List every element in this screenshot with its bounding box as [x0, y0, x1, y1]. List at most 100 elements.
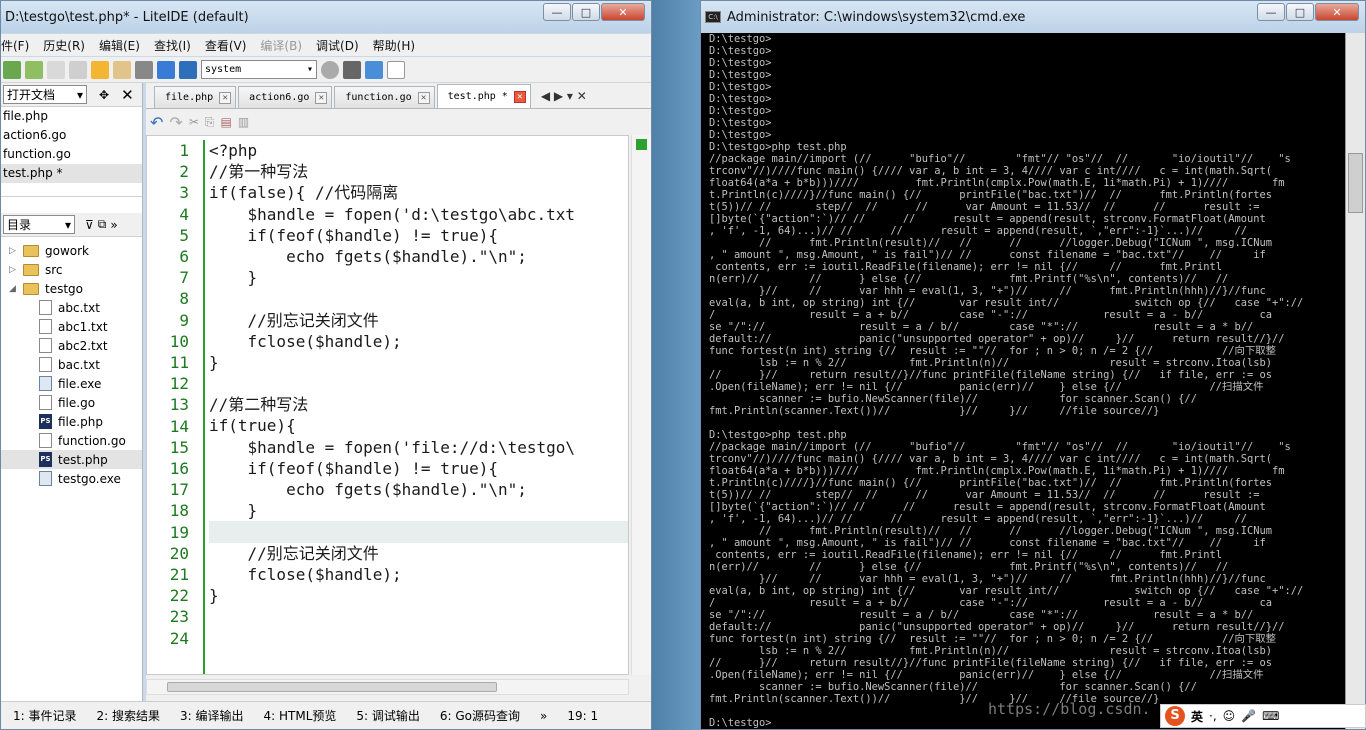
console-line: D:\testgo> [709, 93, 772, 105]
expand-arrow-icon[interactable]: ▷ [9, 246, 23, 256]
open-doc-item[interactable]: test.php * [1, 164, 142, 183]
save-all-icon[interactable] [69, 60, 87, 79]
console-line: t.Println(c)////}//func main() {// print… [709, 477, 1273, 489]
editor-tab[interactable]: test.php * ✕ [436, 84, 531, 108]
open-file-icon[interactable] [25, 60, 43, 79]
home-icon[interactable] [157, 60, 175, 79]
filter-icon[interactable]: ⊽ [85, 218, 94, 232]
console-line: se "/":// result = a / b// case "*":// r… [709, 321, 1254, 333]
scroll-thumb[interactable] [167, 682, 497, 692]
go-icon[interactable] [179, 60, 197, 79]
tree-item-label: gowork [45, 243, 89, 258]
open-doc-item[interactable]: file.php [1, 107, 142, 126]
menu-item[interactable]: 件(F) [1, 37, 29, 54]
dir-select[interactable]: 目录 ▾ [3, 215, 75, 234]
expand-arrow-icon[interactable]: ▷ [9, 265, 23, 275]
scroll-thumb[interactable] [1348, 153, 1363, 213]
tree-item[interactable]: PS test.php [1, 450, 142, 469]
tab-close-icon[interactable]: ✕ [219, 91, 232, 104]
refresh-icon[interactable] [321, 60, 339, 79]
status-tab[interactable]: 3: 编译输出 [180, 707, 244, 724]
stop-icon[interactable] [343, 60, 361, 79]
code-line: echo fgets($handle)."\n"; [209, 480, 527, 499]
tree-item[interactable]: abc2.txt [1, 336, 142, 355]
menu-item[interactable]: 帮助(H) [373, 37, 415, 54]
tab-close-icon[interactable]: ✕ [417, 91, 430, 104]
tree-item[interactable]: testgo.exe [1, 469, 142, 488]
cut-icon[interactable]: ✂ [189, 115, 199, 129]
copy-icon[interactable]: ⎘ [205, 115, 215, 130]
editor-tab[interactable]: function.go ✕ [334, 86, 435, 108]
forward-icon[interactable] [113, 60, 131, 79]
tree-item[interactable]: ▷ gowork [1, 241, 142, 260]
line-number: 18 [169, 501, 189, 521]
redo-icon[interactable]: ↷ [169, 113, 182, 132]
maximize-button[interactable]: □ [1286, 3, 1314, 21]
paste-icon[interactable]: ▤ [220, 115, 231, 129]
tree-item[interactable]: ◢ testgo [1, 279, 142, 298]
status-tab[interactable]: 4: HTML预览 [264, 707, 337, 724]
console-line: / result = a + b// case "-":// result = … [709, 597, 1273, 609]
punctuation-icon[interactable]: ·, [1209, 709, 1217, 723]
more-icon[interactable]: » [110, 218, 117, 232]
menu-item[interactable]: 历史(R) [43, 37, 85, 54]
menu-item[interactable]: 编译(B) [260, 37, 302, 54]
tree-item[interactable]: file.go [1, 393, 142, 412]
tree-item[interactable]: ▷ src [1, 260, 142, 279]
tree-item[interactable]: PS file.php [1, 412, 142, 431]
mic-icon[interactable]: 🎤 [1241, 709, 1256, 723]
maximize-button[interactable]: □ [572, 3, 600, 21]
status-tab[interactable]: 6: Go源码查询 [440, 707, 520, 724]
open-docs-select[interactable]: 打开文档 ▾ [3, 85, 87, 104]
horizontal-scrollbar[interactable] [146, 679, 629, 695]
emoji-icon[interactable]: ☺ [1223, 709, 1236, 723]
minimize-button[interactable]: — [543, 3, 571, 21]
menu-item[interactable]: 查找(I) [154, 37, 191, 54]
tab-nav-icon[interactable]: ◀ ▶ ▾ ✕ [541, 89, 587, 103]
menu-item[interactable]: 调试(D) [316, 37, 359, 54]
build-config-select[interactable]: system ▾ [201, 60, 317, 79]
more-icon[interactable]: » [540, 709, 547, 723]
editor-tab[interactable]: file.php ✕ [154, 86, 237, 108]
window-icon[interactable]: ⧉ [98, 217, 107, 232]
save-icon[interactable] [47, 60, 65, 79]
close-button[interactable]: ✕ [601, 3, 645, 21]
tree-item[interactable]: function.go [1, 431, 142, 450]
ime-language[interactable]: 英 [1191, 708, 1203, 725]
new-file-icon[interactable] [3, 60, 21, 79]
close-button[interactable]: ✕ [1315, 3, 1359, 21]
menu-item[interactable]: 查看(V) [205, 37, 247, 54]
tree-item[interactable]: abc1.txt [1, 317, 142, 336]
vertical-scrollbar[interactable] [631, 135, 651, 675]
status-tab[interactable]: 1: 事件记录 [13, 707, 77, 724]
expand-arrow-icon[interactable]: ◢ [9, 284, 23, 294]
console-output[interactable]: D:\testgo> D:\testgo> D:\testgo> D:\testgo>… [709, 33, 1343, 729]
settings-icon[interactable] [365, 60, 383, 79]
tab-close-icon[interactable]: ✕ [315, 91, 328, 104]
minimize-button[interactable]: — [1257, 3, 1285, 21]
console-scrollbar[interactable] [1345, 33, 1365, 729]
pin-icon[interactable]: ✥ [99, 88, 109, 102]
open-doc-item[interactable]: action6.go [1, 126, 142, 145]
tools-icon[interactable] [135, 60, 153, 79]
status-tab[interactable]: 2: 搜索结果 [97, 707, 161, 724]
tree-item[interactable]: bac.txt [1, 355, 142, 374]
tree-item[interactable]: abc.txt [1, 298, 142, 317]
tree-item[interactable]: file.exe [1, 374, 142, 393]
back-icon[interactable] [91, 60, 109, 79]
code-line: } [209, 352, 219, 372]
sogou-icon[interactable]: S [1165, 706, 1185, 726]
blank-icon[interactable] [387, 60, 405, 79]
code-line: fclose($handle); [209, 331, 402, 351]
status-tab[interactable]: 5: 调试输出 [356, 707, 420, 724]
open-doc-item[interactable]: function.go [1, 145, 142, 164]
undo-icon[interactable]: ↶ [150, 113, 163, 132]
keyboard-icon[interactable]: ⌨ [1262, 709, 1279, 723]
code-editor[interactable]: 1 2 3 4 5 6 7 8 9 10 11 12 13 14 15 16 17 18 19 20 21 22 23 24 … [146, 135, 629, 675]
menu-item[interactable]: 编辑(E) [99, 37, 140, 54]
tab-close-icon[interactable]: ✕ [513, 90, 526, 103]
editor-tab[interactable]: action6.go ✕ [238, 86, 333, 108]
lock-icon[interactable]: ▥ [238, 115, 249, 129]
close-panel-icon[interactable]: ✕ [121, 86, 134, 104]
